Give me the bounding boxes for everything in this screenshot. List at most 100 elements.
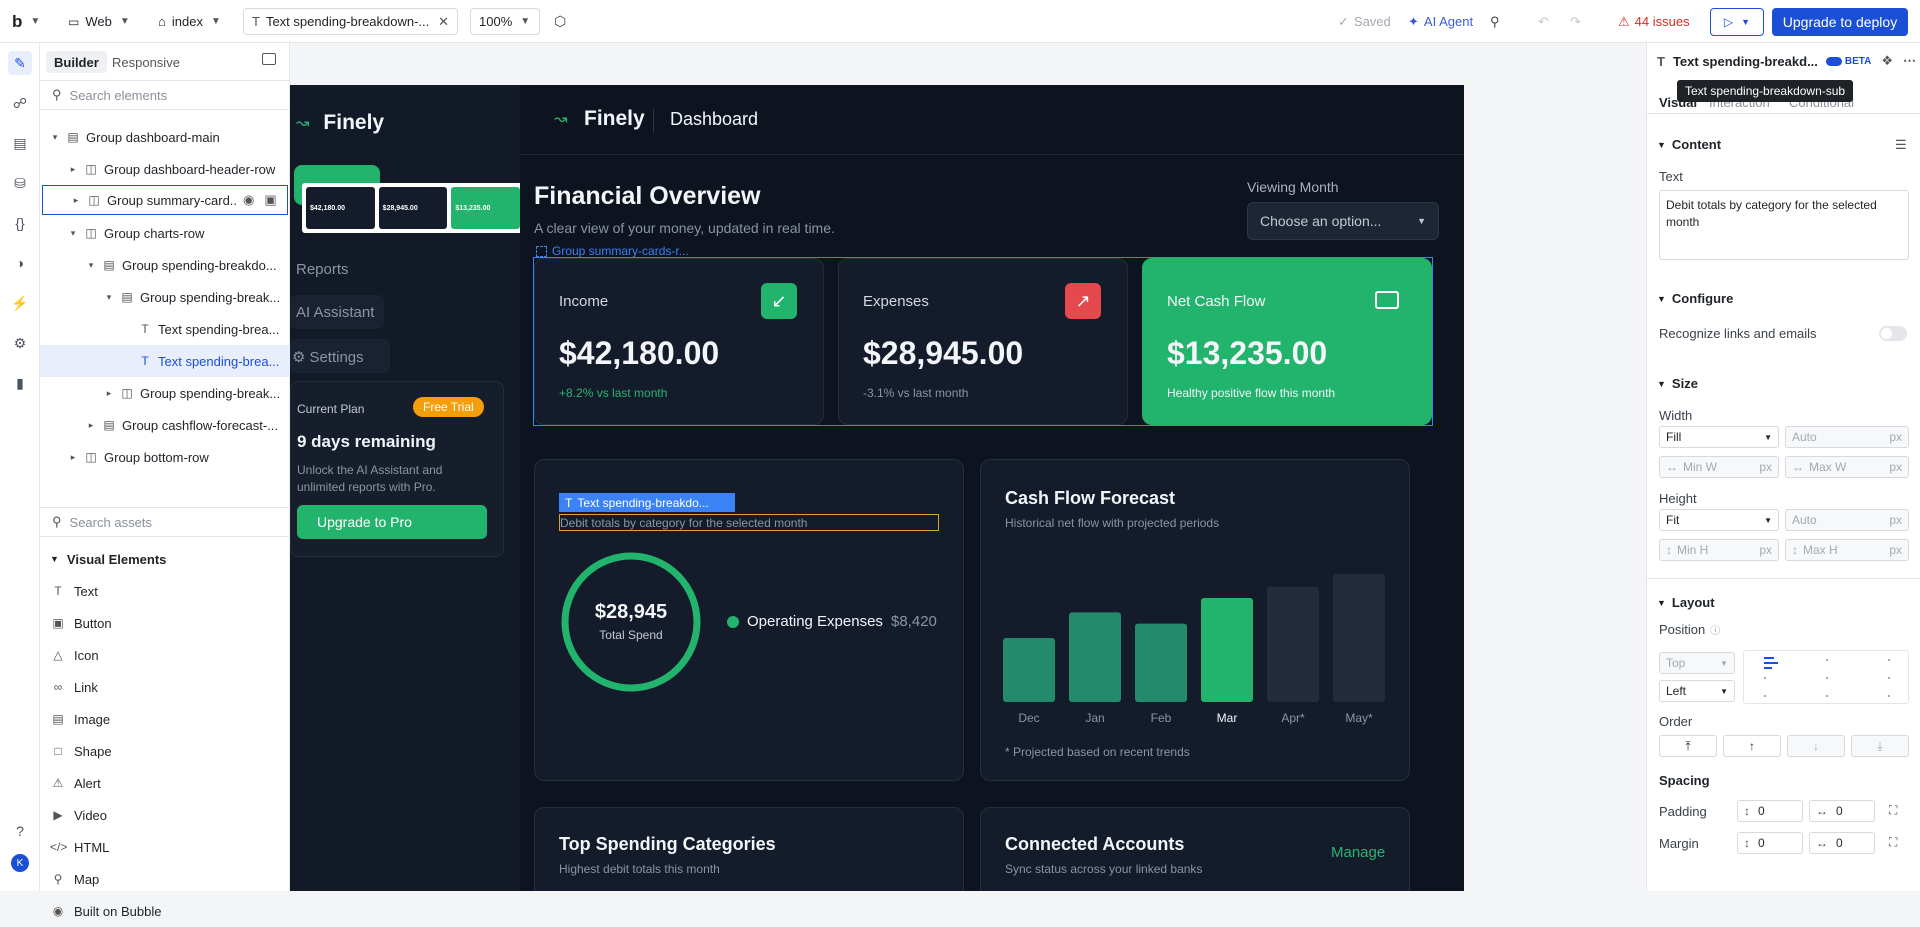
send-backward-button[interactable]: ↓ <box>1787 735 1845 757</box>
expand-icon[interactable]: ⛶ <box>1889 835 1897 850</box>
bubble-logo[interactable]: b ▼ <box>12 0 40 43</box>
max-height-input[interactable]: ↕ Max H px <box>1785 539 1909 561</box>
styles-icon[interactable]: ▤ <box>8 131 32 155</box>
search-assets[interactable]: ⚲ Search assets <box>40 507 290 537</box>
asset-link[interactable]: ∞ Link <box>50 671 98 703</box>
legend-label: Operating Expenses <box>747 613 883 630</box>
asset-built-on-bubble[interactable]: ◉ Built on Bubble <box>50 895 162 927</box>
more-icon[interactable]: ⋯ <box>1903 53 1916 69</box>
nav-settings[interactable]: ⚙ Settings <box>292 348 364 367</box>
margin-horizontal-input[interactable]: ↔ 0 <box>1809 832 1875 854</box>
editor-canvas[interactable]: ↝ Finely $42,180.00 $28,945.00 $13,235.0… <box>290 43 1646 891</box>
preview-button[interactable]: ▷ ▼ <box>1710 8 1764 36</box>
layout-section-header[interactable]: ▼ Layout <box>1657 595 1715 610</box>
eye-icon[interactable]: ◉ <box>243 192 254 208</box>
width-input[interactable]: Auto px <box>1785 426 1909 448</box>
recognize-links-toggle[interactable] <box>1879 326 1907 341</box>
lock-icon[interactable]: ▣ <box>264 192 276 208</box>
asset-alert[interactable]: ⚠ Alert <box>50 767 101 799</box>
asset-map[interactable]: ⚲ Map <box>50 863 100 895</box>
text-value-field[interactable]: Debit totals by category for the selecte… <box>1659 190 1909 260</box>
nav-reports[interactable]: Reports <box>296 261 349 278</box>
element-name[interactable]: Text spending-breakd... <box>1673 54 1818 69</box>
alignment-grid[interactable] <box>1743 650 1909 704</box>
plan-card: Current Plan Free Trial 9 days remaining… <box>290 381 504 557</box>
configure-section-header[interactable]: ▼ Configure <box>1657 291 1733 306</box>
width-mode-select[interactable]: Fill ▼ <box>1659 426 1779 448</box>
tree-item[interactable]: ▾ ▤ Group spending-break... <box>40 281 290 313</box>
palette-icon[interactable]: ◑ <box>8 251 32 275</box>
undo-icon[interactable]: ↶ <box>1538 0 1549 43</box>
upgrade-deploy-button[interactable]: Upgrade to deploy <box>1772 8 1908 36</box>
asset-icon[interactable]: △ Icon <box>50 639 98 671</box>
group-icon: ▤ <box>103 418 115 432</box>
tree-item[interactable]: ▸ ▤ Group cashflow-forecast-... <box>40 409 290 441</box>
asset-shape[interactable]: □ Shape <box>50 735 111 767</box>
tree-item[interactable]: T Text spending-brea... <box>40 345 290 377</box>
position-vertical-select[interactable]: Top ▼ <box>1659 652 1735 674</box>
max-width-input[interactable]: ↔ Max W px <box>1785 456 1909 478</box>
avatar[interactable]: K <box>8 851 32 875</box>
asset-button[interactable]: ▣ Button <box>50 607 111 639</box>
netflow-amount: $13,235.00 <box>1167 335 1328 371</box>
redo-icon[interactable]: ↷ <box>1570 0 1581 43</box>
tree-item[interactable]: ▾ ▤ Group dashboard-main <box>40 121 290 153</box>
tree-item[interactable]: ▾ ▤ Group spending-breakdo... <box>40 249 290 281</box>
tree-item[interactable]: ▸ ◫ Group spending-break... <box>40 377 290 409</box>
manage-link[interactable]: Manage <box>1331 844 1385 861</box>
tree-item[interactable]: T Text spending-brea... <box>40 313 290 345</box>
min-height-input[interactable]: ↕ Min H px <box>1659 539 1779 561</box>
visual-elements-header[interactable]: ▼ Visual Elements <box>50 543 166 575</box>
bring-to-front-icon: ⤒ <box>1685 738 1691 753</box>
row-group-icon: ◫ <box>121 386 133 400</box>
height-input[interactable]: Auto px <box>1785 509 1909 531</box>
asset-video[interactable]: ▶ Video <box>50 799 107 831</box>
ai-agent-button[interactable]: ✦ AI Agent <box>1408 0 1473 43</box>
list-icon[interactable]: ☰ <box>1895 137 1907 153</box>
month-dropdown[interactable]: Choose an option... ▼ <box>1247 202 1439 240</box>
analytics-icon[interactable]: ▮ <box>8 371 32 395</box>
cube-icon[interactable]: ⬡ <box>554 0 566 43</box>
component-icon[interactable]: ❖ <box>1881 53 1893 69</box>
nav-ai-assistant[interactable]: AI Assistant <box>296 304 374 321</box>
asset-image[interactable]: ▤ Image <box>50 703 110 735</box>
plugin-icon[interactable]: ⚡ <box>8 291 32 315</box>
issues-button[interactable]: ⚠ 44 issues <box>1618 0 1690 43</box>
asset-text[interactable]: T Text <box>50 575 98 607</box>
tree-item[interactable]: ▾ ◫ Group charts-row <box>40 217 290 249</box>
min-width-input[interactable]: ↔ Min W px <box>1659 456 1779 478</box>
expand-icon[interactable]: ⛶ <box>1889 803 1897 818</box>
asset-html[interactable]: </> HTML <box>50 831 109 863</box>
content-section-header[interactable]: ▼ Content <box>1657 137 1721 152</box>
tab-builder[interactable]: Builder <box>46 51 107 73</box>
size-section-header[interactable]: ▼ Size <box>1657 376 1698 391</box>
close-icon[interactable]: ✕ <box>438 14 449 30</box>
upgrade-pro-button[interactable]: Upgrade to Pro <box>297 505 487 539</box>
tree-item[interactable]: ▸ ◫ Group dashboard-header-row <box>40 153 290 185</box>
code-icon[interactable]: {} <box>8 211 32 235</box>
bring-forward-button[interactable]: ↑ <box>1723 735 1781 757</box>
padding-horizontal-input[interactable]: ↔ 0 <box>1809 800 1875 822</box>
pencil-icon[interactable]: ✎ <box>8 51 32 75</box>
open-element-tab[interactable]: T Text spending-breakdown-... ✕ <box>243 8 458 35</box>
search-elements[interactable]: ⚲ Search elements <box>40 80 290 110</box>
tab-responsive[interactable]: Responsive <box>104 51 188 73</box>
zoom-select[interactable]: 100% ▼ <box>470 8 540 35</box>
platform-select[interactable]: ▭ Web ▼ <box>68 0 130 43</box>
position-horizontal-select[interactable]: Left ▼ <box>1659 680 1735 702</box>
height-mode-select[interactable]: Fit ▼ <box>1659 509 1779 531</box>
help-icon[interactable]: ? <box>8 819 32 843</box>
padding-vertical-input[interactable]: ↕ 0 <box>1737 800 1803 822</box>
tree-item[interactable]: ▸ ◫ Group summary-card... ◉ ▣ <box>42 185 288 215</box>
spending-subtitle[interactable]: Debit totals by category for the selecte… <box>560 516 807 530</box>
gear-icon[interactable]: ⚙ <box>8 331 32 355</box>
database-icon[interactable]: ⛁ <box>8 171 32 195</box>
margin-vertical-input[interactable]: ↕ 0 <box>1737 832 1803 854</box>
search-icon[interactable]: ⚲ <box>1490 0 1500 43</box>
bring-to-front-button[interactable]: ⤒ <box>1659 735 1717 757</box>
tree-item[interactable]: ▸ ◫ Group bottom-row <box>40 441 290 473</box>
panel-toggle-icon[interactable] <box>262 53 276 65</box>
workflow-icon[interactable]: ☍ <box>8 91 32 115</box>
send-to-back-button[interactable]: ⤓ <box>1851 735 1909 757</box>
page-select[interactable]: ⌂ index ▼ <box>158 0 221 43</box>
